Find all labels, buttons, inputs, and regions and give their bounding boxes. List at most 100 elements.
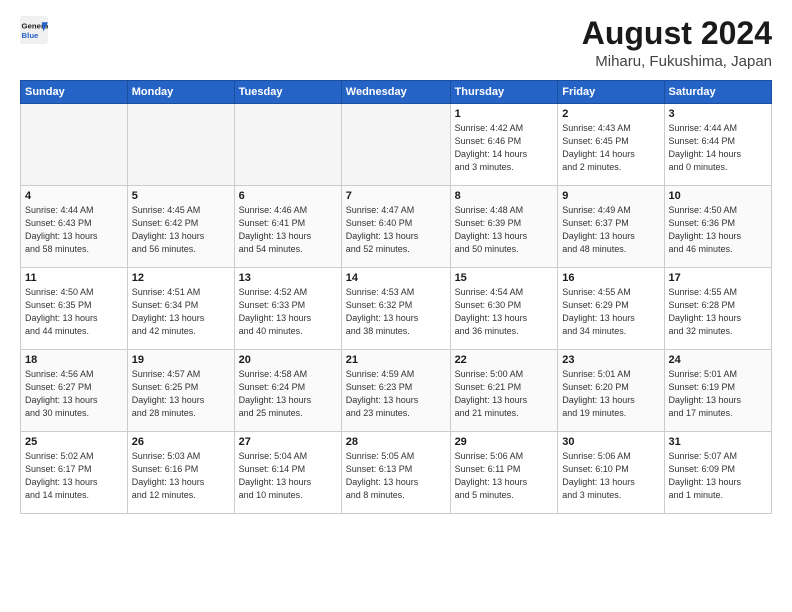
- day-info: Sunrise: 4:44 AMSunset: 6:44 PMDaylight:…: [669, 122, 767, 174]
- calendar-header-row: Sunday Monday Tuesday Wednesday Thursday…: [21, 81, 772, 104]
- table-row: [234, 104, 341, 186]
- table-row: [341, 104, 450, 186]
- day-info: Sunrise: 4:44 AMSunset: 6:43 PMDaylight:…: [25, 204, 123, 256]
- header-wednesday: Wednesday: [341, 81, 450, 104]
- day-info: Sunrise: 4:55 AMSunset: 6:29 PMDaylight:…: [562, 286, 659, 338]
- table-row: 1 Sunrise: 4:42 AMSunset: 6:46 PMDaylight…: [450, 104, 558, 186]
- day-info: Sunrise: 5:03 AMSunset: 6:16 PMDaylight:…: [132, 450, 230, 502]
- table-row: 30Sunrise: 5:06 AMSunset: 6:10 PMDayligh…: [558, 432, 664, 514]
- table-row: 7Sunrise: 4:47 AMSunset: 6:40 PMDaylight…: [341, 186, 450, 268]
- day-info: Sunrise: 5:00 AMSunset: 6:21 PMDaylight:…: [455, 368, 554, 420]
- day-info: Sunrise: 5:01 AMSunset: 6:20 PMDaylight:…: [562, 368, 659, 420]
- day-info: Sunrise: 4:51 AMSunset: 6:34 PMDaylight:…: [132, 286, 230, 338]
- day-info: Sunrise: 4:50 AMSunset: 6:35 PMDaylight:…: [25, 286, 123, 338]
- table-row: 9 Sunrise: 4:49 AMSunset: 6:37 PMDaylight…: [558, 186, 664, 268]
- header-tuesday: Tuesday: [234, 81, 341, 104]
- table-row: 2 Sunrise: 4:43 AMSunset: 6:45 PMDaylight…: [558, 104, 664, 186]
- table-row: 28 Sunrise: 5:05 AMSunset: 6:13 PMDayligh…: [341, 432, 450, 514]
- table-row: 17 Sunrise: 4:55 AMSunset: 6:28 PMDayligh…: [664, 268, 771, 350]
- day-info: Sunrise: 4:45 AMSunset: 6:42 PMDaylight:…: [132, 204, 230, 256]
- week-row-5: 25 Sunrise: 5:02 AMSunset: 6:17 PMDayligh…: [21, 432, 772, 514]
- table-row: [127, 104, 234, 186]
- day-number: 18: [25, 354, 123, 366]
- table-row: 22 Sunrise: 5:00 AMSunset: 6:21 PMDayligh…: [450, 350, 558, 432]
- table-row: [21, 104, 128, 186]
- day-number: 10: [669, 190, 767, 202]
- day-number: 31: [669, 436, 767, 448]
- header-thursday: Thursday: [450, 81, 558, 104]
- table-row: 15 Sunrise: 4:54 AMSunset: 6:30 PMDayligh…: [450, 268, 558, 350]
- day-number: 17: [669, 272, 767, 284]
- table-row: 29Sunrise: 5:06 AMSunset: 6:11 PMDayligh…: [450, 432, 558, 514]
- day-number: 3: [669, 108, 767, 120]
- header-sunday: Sunday: [21, 81, 128, 104]
- day-number: 7: [346, 190, 446, 202]
- table-row: 24Sunrise: 5:01 AMSunset: 6:19 PMDayligh…: [664, 350, 771, 432]
- day-info: Sunrise: 4:48 AMSunset: 6:39 PMDaylight:…: [455, 204, 554, 256]
- day-info: Sunrise: 4:49 AMSunset: 6:37 PMDaylight:…: [562, 204, 659, 256]
- day-info: Sunrise: 4:53 AMSunset: 6:32 PMDaylight:…: [346, 286, 446, 338]
- day-info: Sunrise: 4:59 AMSunset: 6:23 PMDaylight:…: [346, 368, 446, 420]
- day-info: Sunrise: 5:07 AMSunset: 6:09 PMDaylight:…: [669, 450, 767, 502]
- day-info: Sunrise: 4:55 AMSunset: 6:28 PMDaylight:…: [669, 286, 767, 338]
- table-row: 26Sunrise: 5:03 AMSunset: 6:16 PMDayligh…: [127, 432, 234, 514]
- day-number: 8: [455, 190, 554, 202]
- day-number: 15: [455, 272, 554, 284]
- day-info: Sunrise: 4:54 AMSunset: 6:30 PMDaylight:…: [455, 286, 554, 338]
- header-monday: Monday: [127, 81, 234, 104]
- day-number: 1: [455, 108, 554, 120]
- main-title: August 2024: [582, 16, 772, 51]
- table-row: 19Sunrise: 4:57 AMSunset: 6:25 PMDayligh…: [127, 350, 234, 432]
- day-number: 25: [25, 436, 123, 448]
- day-number: 30: [562, 436, 659, 448]
- page-header: General Blue August 2024 Miharu, Fukushi…: [20, 16, 772, 70]
- table-row: 25 Sunrise: 5:02 AMSunset: 6:17 PMDayligh…: [21, 432, 128, 514]
- table-row: 23 Sunrise: 5:01 AMSunset: 6:20 PMDayligh…: [558, 350, 664, 432]
- day-info: Sunrise: 4:46 AMSunset: 6:41 PMDaylight:…: [239, 204, 337, 256]
- day-number: 2: [562, 108, 659, 120]
- table-row: 3 Sunrise: 4:44 AMSunset: 6:44 PMDaylight…: [664, 104, 771, 186]
- header-saturday: Saturday: [664, 81, 771, 104]
- svg-text:Blue: Blue: [22, 31, 40, 40]
- table-row: 11Sunrise: 4:50 AMSunset: 6:35 PMDayligh…: [21, 268, 128, 350]
- table-row: 12 Sunrise: 4:51 AMSunset: 6:34 PMDayligh…: [127, 268, 234, 350]
- day-info: Sunrise: 4:56 AMSunset: 6:27 PMDaylight:…: [25, 368, 123, 420]
- day-info: Sunrise: 5:05 AMSunset: 6:13 PMDaylight:…: [346, 450, 446, 502]
- day-number: 22: [455, 354, 554, 366]
- day-number: 20: [239, 354, 337, 366]
- day-number: 23: [562, 354, 659, 366]
- table-row: 14Sunrise: 4:53 AMSunset: 6:32 PMDayligh…: [341, 268, 450, 350]
- table-row: 6 Sunrise: 4:46 AMSunset: 6:41 PMDaylight…: [234, 186, 341, 268]
- week-row-2: 4 Sunrise: 4:44 AMSunset: 6:43 PMDaylight…: [21, 186, 772, 268]
- logo-icon: General Blue: [20, 16, 48, 44]
- table-row: 31 Sunrise: 5:07 AMSunset: 6:09 PMDayligh…: [664, 432, 771, 514]
- day-info: Sunrise: 4:43 AMSunset: 6:45 PMDaylight:…: [562, 122, 659, 174]
- day-number: 24: [669, 354, 767, 366]
- day-info: Sunrise: 5:06 AMSunset: 6:11 PMDaylight:…: [455, 450, 554, 502]
- table-row: 21 Sunrise: 4:59 AMSunset: 6:23 PMDayligh…: [341, 350, 450, 432]
- day-info: Sunrise: 4:52 AMSunset: 6:33 PMDaylight:…: [239, 286, 337, 338]
- day-number: 6: [239, 190, 337, 202]
- day-number: 12: [132, 272, 230, 284]
- subtitle: Miharu, Fukushima, Japan: [582, 53, 772, 70]
- header-friday: Friday: [558, 81, 664, 104]
- table-row: 27Sunrise: 5:04 AMSunset: 6:14 PMDayligh…: [234, 432, 341, 514]
- logo: General Blue: [20, 16, 48, 44]
- table-row: 16 Sunrise: 4:55 AMSunset: 6:29 PMDayligh…: [558, 268, 664, 350]
- day-number: 9: [562, 190, 659, 202]
- day-info: Sunrise: 5:02 AMSunset: 6:17 PMDaylight:…: [25, 450, 123, 502]
- day-number: 13: [239, 272, 337, 284]
- title-block: August 2024 Miharu, Fukushima, Japan: [582, 16, 772, 70]
- day-number: 4: [25, 190, 123, 202]
- day-number: 5: [132, 190, 230, 202]
- day-number: 28: [346, 436, 446, 448]
- table-row: 10Sunrise: 4:50 AMSunset: 6:36 PMDayligh…: [664, 186, 771, 268]
- day-number: 16: [562, 272, 659, 284]
- week-row-1: 1 Sunrise: 4:42 AMSunset: 6:46 PMDaylight…: [21, 104, 772, 186]
- day-number: 21: [346, 354, 446, 366]
- table-row: 13 Sunrise: 4:52 AMSunset: 6:33 PMDayligh…: [234, 268, 341, 350]
- day-info: Sunrise: 4:58 AMSunset: 6:24 PMDaylight:…: [239, 368, 337, 420]
- day-info: Sunrise: 4:42 AMSunset: 6:46 PMDaylight:…: [455, 122, 554, 174]
- table-row: 20 Sunrise: 4:58 AMSunset: 6:24 PMDayligh…: [234, 350, 341, 432]
- week-row-4: 18 Sunrise: 4:56 AMSunset: 6:27 PMDayligh…: [21, 350, 772, 432]
